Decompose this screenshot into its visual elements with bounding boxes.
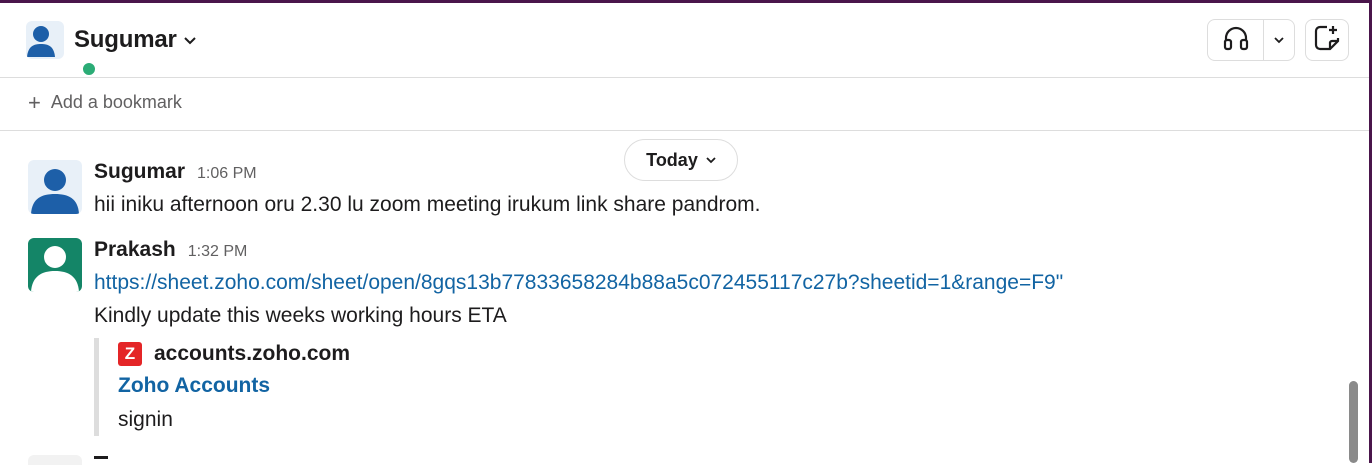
canvas-button[interactable] (1305, 19, 1349, 61)
avatar (28, 455, 82, 465)
message-meta: Sugumar 1:06 PM (94, 160, 257, 184)
unfurl-description: signin (118, 408, 173, 431)
chevron-down-icon (1273, 31, 1285, 49)
message-item: Sugumar 1:06 PM hii iniku afternoon oru … (28, 160, 928, 220)
sender-name[interactable]: Prakash (94, 238, 176, 262)
link-suffix: " (1055, 271, 1064, 294)
unfurl-title-link[interactable]: Zoho Accounts (118, 374, 270, 398)
unfurl-site: accounts.zoho.com (154, 342, 351, 365)
message-text: Kindly update this weeks working hours E… (94, 304, 507, 327)
huddle-menu-button[interactable] (1264, 20, 1294, 60)
scrollbar-thumb[interactable] (1349, 381, 1358, 463)
message-timestamp[interactable]: 1:06 PM (197, 165, 257, 183)
add-bookmark-button[interactable]: + Add a bookmark (28, 89, 182, 115)
sender-name[interactable]: Sugumar (94, 160, 185, 184)
chevron-down-icon (183, 33, 197, 51)
avatar[interactable] (28, 238, 82, 292)
unfurl-header: Z accounts.zoho.com (118, 342, 350, 366)
channel-header: Sugumar (0, 3, 1369, 78)
link-unfurl: Z accounts.zoho.com Zoho Accounts signin (94, 338, 399, 436)
message-link[interactable]: https://sheet.zoho.com/sheet/open/8gqs13… (94, 271, 1056, 294)
headphones-icon (1222, 25, 1250, 56)
message-timestamp[interactable]: 1:32 PM (188, 243, 248, 261)
bookmarks-bar: + Add a bookmark (0, 78, 1369, 131)
message-meta: Prakash 1:32 PM (94, 238, 247, 262)
avatar[interactable] (28, 160, 82, 214)
huddle-control (1207, 19, 1295, 61)
add-bookmark-label: Add a bookmark (50, 92, 182, 112)
channel-name: Sugumar (74, 26, 177, 53)
message-link-line: https://sheet.zoho.com/sheet/open/8gqs13… (94, 271, 1063, 295)
canvas-icon (1313, 24, 1341, 57)
plus-icon: + (28, 89, 41, 115)
user-avatar-icon (26, 21, 64, 59)
huddle-button[interactable] (1208, 20, 1265, 60)
sender-name (94, 456, 108, 459)
channel-title-button[interactable]: Sugumar (26, 21, 197, 77)
message-text: hii iniku afternoon oru 2.30 lu zoom mee… (94, 193, 761, 216)
presence-indicator (81, 61, 97, 77)
zoho-logo-icon: Z (118, 342, 142, 366)
